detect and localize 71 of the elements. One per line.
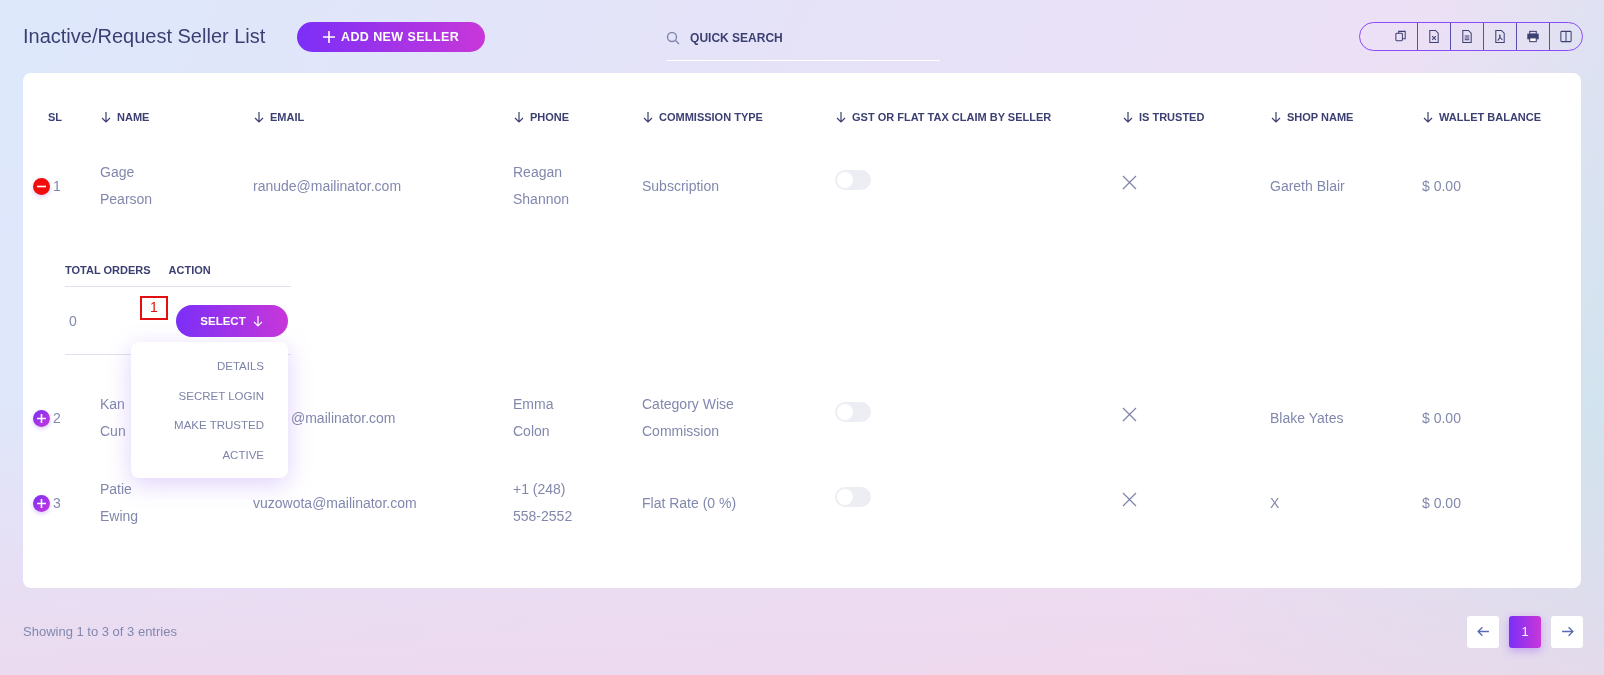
seller-phone: Reagan Shannon <box>513 163 570 209</box>
shop-name: Gareth Blair <box>1270 176 1345 196</box>
wallet-balance: $ 0.00 <box>1422 176 1461 196</box>
plus-icon <box>323 30 335 43</box>
add-seller-button[interactable]: ADD NEW SELLER <box>297 21 486 52</box>
seller-name: Patie Ewing <box>100 480 139 526</box>
print-icon <box>1526 29 1540 44</box>
arrow-left-icon <box>1476 625 1490 638</box>
entries-summary: Showing 1 to 3 of 3 entries <box>23 624 177 639</box>
seller-name: Gage Pearson <box>100 163 153 209</box>
column-header[interactable]: GST OR FLAT TAX CLAIM BY SELLER <box>835 111 1122 123</box>
commission-type: Subscription <box>642 176 720 196</box>
column-label: NAME <box>117 111 150 123</box>
page-button[interactable]: 1 <box>1509 615 1541 648</box>
total-orders: 0 <box>68 312 78 329</box>
seller-email: ranude@mailinator.com <box>253 176 402 196</box>
column-header[interactable]: NAME <box>100 111 253 123</box>
seller-email: vuzowota@mailinator.com <box>253 493 417 513</box>
previous-page-button[interactable] <box>1467 615 1499 648</box>
shop-name: Blake Yates <box>1270 408 1344 428</box>
menu-item[interactable]: SECRET LOGIN <box>131 381 288 411</box>
seller-name: Kan Cun <box>100 395 126 441</box>
wallet-balance: $ 0.00 <box>1422 493 1461 513</box>
row-number: 2 <box>53 408 61 428</box>
wallet-balance: $ 0.00 <box>1422 408 1461 428</box>
seller-phone: Emma Colon <box>513 395 554 441</box>
column-label: IS TRUSTED <box>1139 111 1205 123</box>
expand-button[interactable] <box>33 409 50 427</box>
column-header[interactable]: COMMISSION TYPE <box>642 111 835 123</box>
menu-item[interactable]: MAKE TRUSTED <box>131 410 288 440</box>
row-number: 1 <box>53 176 61 196</box>
column-label: COMMISSION TYPE <box>659 111 763 123</box>
row-number: 3 <box>53 493 61 513</box>
search-icon <box>666 31 681 45</box>
spreadsheet-file-icon <box>1427 29 1441 44</box>
expand-button[interactable] <box>33 494 50 512</box>
arrow-down-icon <box>251 314 264 327</box>
column-header: TOTAL ORDERS <box>65 264 151 276</box>
commission-type: Flat Rate (0 %) <box>642 493 737 513</box>
column-label: SHOP NAME <box>1287 111 1354 123</box>
column-label: PHONE <box>530 111 570 123</box>
commission-type: Category Wise Commission <box>642 395 734 441</box>
column-label: GST OR FLAT TAX CLAIM BY SELLER <box>852 111 1052 123</box>
column-header[interactable]: SHOP NAME <box>1270 111 1422 123</box>
page-title: Inactive/Request Seller List <box>23 25 267 48</box>
shop-name: X <box>1270 493 1280 513</box>
search-field[interactable]: QUICK SEARCH <box>666 16 941 61</box>
column-header[interactable]: EMAIL <box>253 111 513 123</box>
column-label: WALLET BALANCE <box>1439 111 1542 123</box>
column-label: SL <box>48 111 63 123</box>
column-header[interactable]: SL <box>33 111 100 123</box>
next-page-button[interactable] <box>1551 615 1583 648</box>
plus-icon <box>37 413 46 423</box>
document-icon <box>1460 29 1474 44</box>
column-header[interactable]: WALLET BALANCE <box>1422 111 1581 123</box>
column-header[interactable]: PHONE <box>513 111 642 123</box>
arrow-right-icon <box>1560 625 1574 638</box>
copy-icon <box>1393 29 1408 44</box>
column-header[interactable]: IS TRUSTED <box>1122 111 1270 123</box>
column-header: ACTION <box>168 264 211 276</box>
collapse-button[interactable] <box>33 177 50 195</box>
annotation-marker: 1 <box>140 295 168 320</box>
column-label: EMAIL <box>270 111 305 123</box>
pdf-file-icon <box>1493 29 1507 44</box>
columns-icon <box>1559 29 1573 44</box>
select-button[interactable]: SELECT <box>176 304 288 337</box>
menu-item[interactable]: ACTIVE <box>131 440 288 470</box>
menu-item[interactable]: DETAILS <box>131 351 288 381</box>
seller-phone: +1 (248) 558-2552 <box>513 480 573 526</box>
search-input[interactable]: QUICK SEARCH <box>688 30 923 46</box>
plus-icon <box>37 498 46 508</box>
